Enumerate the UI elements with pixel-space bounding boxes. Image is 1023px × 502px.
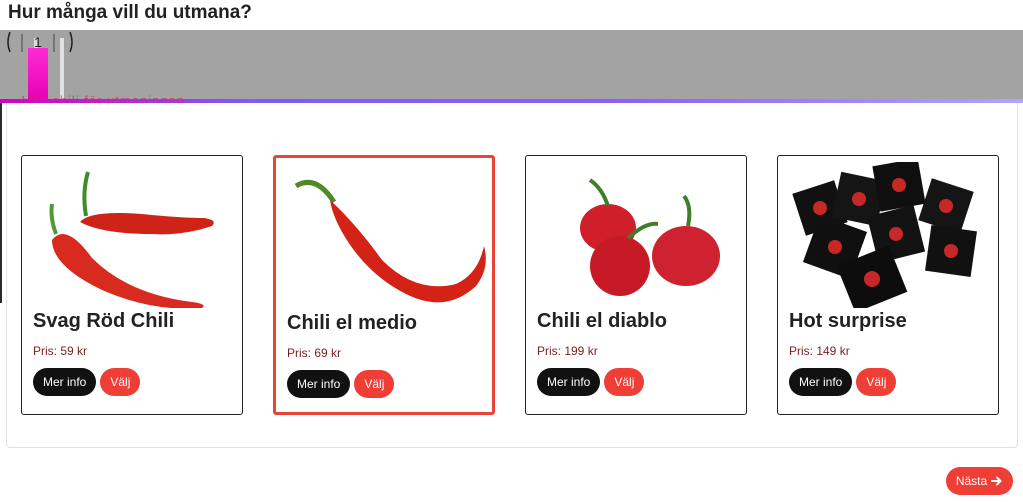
product-name: Svag Röd Chili bbox=[33, 310, 175, 332]
more-info-button[interactable]: Mer info bbox=[33, 368, 97, 396]
product-name: Chili el medio bbox=[287, 312, 418, 334]
panel-left-edge bbox=[0, 103, 2, 303]
quantity-stepper[interactable]: 1 bbox=[4, 30, 76, 54]
habanero-peppers-image bbox=[580, 178, 720, 296]
product-price: Pris: 199 kr bbox=[537, 344, 598, 358]
select-button[interactable]: Välj bbox=[856, 368, 897, 396]
next-button-label: Nästa bbox=[955, 474, 988, 488]
more-info-button[interactable]: Mer info bbox=[537, 368, 601, 396]
red-chili-peppers-image bbox=[49, 171, 214, 308]
page-question: Hur många vill du utmana? bbox=[8, 2, 252, 23]
more-info-button[interactable]: Mer info bbox=[789, 368, 853, 396]
long-chili-pepper-image bbox=[294, 180, 486, 303]
product-card: Chili el diablo Pris: 199 kr Mer info Vä… bbox=[525, 155, 747, 415]
product-price: Pris: 59 kr bbox=[33, 344, 88, 358]
select-button[interactable]: Välj bbox=[100, 368, 141, 396]
glitched-band bbox=[0, 30, 1023, 102]
product-card: Hot surprise Pris: 149 kr Mer info Välj bbox=[777, 155, 999, 415]
stepper-value: 1 bbox=[34, 34, 42, 50]
next-button[interactable]: Nästa bbox=[946, 467, 1013, 495]
black-packets-image bbox=[792, 162, 977, 308]
arrow-right-icon bbox=[991, 475, 1003, 487]
product-name: Hot surprise bbox=[789, 310, 907, 332]
product-name: Chili el diablo bbox=[537, 310, 668, 332]
product-card: Svag Röd Chili Pris: 59 kr Mer info Välj bbox=[21, 155, 243, 415]
product-card-selected: Chili el medio Pris: 69 kr Mer info Välj bbox=[273, 155, 495, 415]
select-button[interactable]: Välj bbox=[354, 370, 395, 398]
more-info-button[interactable]: Mer info bbox=[287, 370, 351, 398]
product-price: Pris: 69 kr bbox=[287, 346, 342, 360]
product-price: Pris: 149 kr bbox=[789, 344, 850, 358]
select-button[interactable]: Välj bbox=[604, 368, 645, 396]
